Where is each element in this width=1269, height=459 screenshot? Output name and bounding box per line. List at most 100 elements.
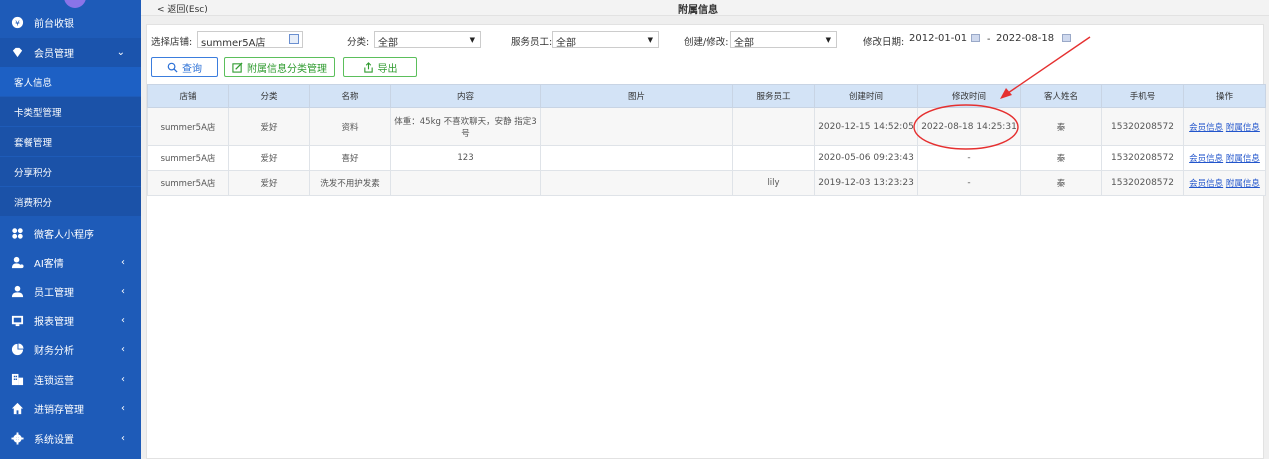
category-label: 分类: <box>347 37 370 48</box>
table-header-row: 店铺 分类 名称 内容 图片 服务员工 创建时间 修改时间 客人姓名 手机号 操… <box>147 84 1266 108</box>
report-icon <box>10 314 24 328</box>
sidebar-item-staff[interactable]: 员工管理 ‹ <box>0 277 141 306</box>
cell-name: 洗发不用护发素 <box>309 170 391 196</box>
cell-created: 2020-12-15 14:52:05 <box>814 107 918 146</box>
col-header-phone[interactable]: 手机号 <box>1101 84 1184 108</box>
date-to-input[interactable]: 2022-08-18 <box>993 31 1073 48</box>
sidebar-item-label: 报表管理 <box>34 317 74 328</box>
sidebar-item-report[interactable]: 报表管理 ‹ <box>0 306 141 335</box>
staff-select[interactable]: 全部 ▼ <box>552 31 659 49</box>
cell-modified: - <box>917 170 1021 196</box>
sidebar-item-label: 客人信息 <box>14 77 53 89</box>
query-button[interactable]: 查询 <box>151 57 218 77</box>
sidebar-item-settings[interactable]: 系统设置 ‹ <box>0 424 141 453</box>
cell-store: summer5A店 <box>147 107 229 146</box>
cell-name: 资料 <box>309 107 391 146</box>
sidebar-item-member[interactable]: 会员管理 ⌄ <box>0 38 141 67</box>
calendar-icon[interactable] <box>971 34 980 42</box>
export-button[interactable]: 导出 <box>343 57 417 77</box>
user-icon <box>10 285 24 299</box>
ai-icon <box>10 256 24 270</box>
sidebar-item-label: 分享积分 <box>14 167 53 179</box>
cell-store: summer5A店 <box>147 170 229 196</box>
table-row[interactable]: summer5A店 爱好 洗发不用护发素 lily 2019-12-03 13:… <box>147 170 1266 196</box>
cell-staff <box>732 107 815 146</box>
sidebar-item-label: 前台收银 <box>34 18 74 30</box>
top-bar: < 返回(Esc) 附属信息 <box>141 0 1269 16</box>
col-header-store[interactable]: 店铺 <box>147 84 229 108</box>
date-from-value: 2012-01-01 <box>909 33 968 44</box>
sidebar-item-customer-info[interactable]: 客人信息 <box>0 67 141 96</box>
table-row[interactable]: summer5A店 爱好 喜好 123 2020-05-06 09:23:43 … <box>147 145 1266 171</box>
sidebar-item-label: 会员管理 <box>34 49 74 60</box>
chevron-left-icon: ‹ <box>121 315 125 326</box>
cell-customer: 秦 <box>1020 107 1102 146</box>
svg-text:¥: ¥ <box>15 18 20 27</box>
cell-customer: 秦 <box>1020 170 1102 196</box>
date-separator: - <box>987 34 991 45</box>
sidebar-item-ai[interactable]: AI客情 ‹ <box>0 248 141 277</box>
caret-down-icon: ▼ <box>647 36 653 44</box>
chevron-left-icon: ‹ <box>121 403 125 414</box>
cell-actions: 会员信息 附属信息 <box>1183 107 1266 146</box>
category-select[interactable]: 全部 ▼ <box>374 31 481 49</box>
store-select[interactable]: summer5A店 <box>197 31 303 49</box>
back-link[interactable]: < 返回(Esc) <box>157 2 208 15</box>
cell-category: 爱好 <box>228 145 310 171</box>
col-header-customer[interactable]: 客人姓名 <box>1020 84 1102 108</box>
sidebar-item-label: AI客情 <box>34 259 64 270</box>
category-manage-button[interactable]: 附属信息分类管理 <box>224 57 335 77</box>
date-to-value: 2022-08-18 <box>996 33 1055 44</box>
sidebar-item-label: 进销存管理 <box>34 405 84 416</box>
cell-phone: 15320208572 <box>1101 145 1184 171</box>
avatar[interactable] <box>64 0 86 8</box>
cell-image <box>540 170 733 196</box>
sidebar-item-consume-points[interactable]: 消费积分 <box>0 187 141 216</box>
create-select[interactable]: 全部 ▼ <box>730 31 837 49</box>
cell-created: 2019-12-03 13:23:23 <box>814 170 918 196</box>
chevron-left-icon: ‹ <box>121 433 125 444</box>
sidebar-item-label: 微客人小程序 <box>34 230 94 241</box>
cell-image <box>540 145 733 171</box>
col-header-created[interactable]: 创建时间 <box>814 84 918 108</box>
sidebar-item-mini-program[interactable]: 微客人小程序 <box>0 219 141 248</box>
col-header-category[interactable]: 分类 <box>228 84 310 108</box>
chevron-left-icon: ‹ <box>121 286 125 297</box>
create-value: 全部 <box>734 38 754 49</box>
sidebar-item-inventory[interactable]: 进销存管理 ‹ <box>0 394 141 423</box>
col-header-staff[interactable]: 服务员工 <box>732 84 815 108</box>
member-info-link[interactable]: 会员信息 <box>1189 154 1223 164</box>
cell-image <box>540 107 733 146</box>
sidebar-item-label: 连锁运营 <box>34 376 74 387</box>
cell-modified: 2022-08-18 14:25:31 <box>917 107 1021 146</box>
create-label: 创建/修改: <box>684 37 729 48</box>
cell-customer: 秦 <box>1020 145 1102 171</box>
member-info-link[interactable]: 会员信息 <box>1189 123 1223 133</box>
home-icon <box>10 402 24 416</box>
cell-phone: 15320208572 <box>1101 170 1184 196</box>
sidebar-item-finance[interactable]: 财务分析 ‹ <box>0 335 141 364</box>
extra-info-link[interactable]: 附属信息 <box>1226 179 1260 189</box>
sidebar-item-package[interactable]: 套餐管理 <box>0 127 141 156</box>
cell-content: 体重：45kg 不喜欢聊天，安静 指定3号 <box>390 107 541 146</box>
gear-icon <box>10 432 24 446</box>
store-label: 选择店铺: <box>151 37 193 48</box>
col-header-name[interactable]: 名称 <box>309 84 391 108</box>
pie-icon <box>10 343 24 357</box>
cell-content <box>390 170 541 196</box>
calendar-icon[interactable] <box>1062 34 1071 42</box>
date-label: 修改日期: <box>863 37 905 48</box>
sidebar-item-card-type[interactable]: 卡类型管理 <box>0 97 141 126</box>
chevron-left-icon: ‹ <box>121 344 125 355</box>
extra-info-link[interactable]: 附属信息 <box>1226 154 1260 164</box>
col-header-image[interactable]: 图片 <box>540 84 733 108</box>
sidebar-item-cashier[interactable]: ¥ 前台收银 <box>0 10 141 34</box>
col-header-modified[interactable]: 修改时间 <box>917 84 1021 108</box>
col-header-content[interactable]: 内容 <box>390 84 541 108</box>
sidebar-item-chain[interactable]: 连锁运营 ‹ <box>0 365 141 394</box>
member-info-link[interactable]: 会员信息 <box>1189 179 1223 189</box>
sidebar-item-label: 财务分析 <box>34 346 74 357</box>
sidebar-item-share-points[interactable]: 分享积分 <box>0 157 141 186</box>
extra-info-link[interactable]: 附属信息 <box>1226 123 1260 133</box>
table-row[interactable]: summer5A店 爱好 资料 体重：45kg 不喜欢聊天，安静 指定3号 20… <box>147 107 1266 146</box>
